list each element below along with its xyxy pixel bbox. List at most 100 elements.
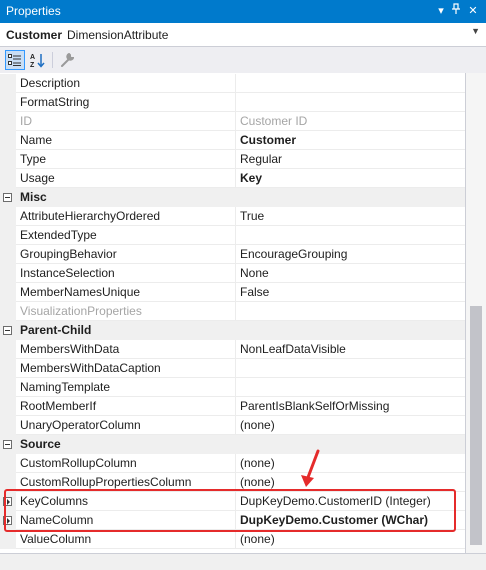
collapse-icon[interactable]	[3, 193, 12, 202]
row-gutter	[0, 264, 16, 283]
property-value[interactable]: (none)	[236, 473, 465, 492]
property-name: NameColumn	[16, 511, 236, 530]
expand-icon[interactable]	[3, 497, 12, 506]
alphabetical-icon[interactable]: A Z	[28, 50, 48, 70]
property-value[interactable]: ParentIsBlankSelfOrMissing	[236, 397, 465, 416]
category-source[interactable]: Source	[0, 435, 465, 454]
property-name: RootMemberIf	[16, 397, 236, 416]
property-row-keycolumns[interactable]: KeyColumns DupKeyDemo.CustomerID (Integer…	[0, 492, 465, 511]
property-name: CustomRollupPropertiesColumn	[16, 473, 236, 492]
property-row-memberswithdata[interactable]: MembersWithData NonLeafDataVisible	[0, 340, 465, 359]
property-value[interactable]: EncourageGrouping	[236, 245, 465, 264]
property-name: GroupingBehavior	[16, 245, 236, 264]
property-row-rootmemberif[interactable]: RootMemberIf ParentIsBlankSelfOrMissing	[0, 397, 465, 416]
scrollbar-thumb[interactable]	[470, 306, 482, 545]
row-gutter	[0, 207, 16, 226]
property-value[interactable]: (none)	[236, 454, 465, 473]
property-row-customrolluppropertiescolumn[interactable]: CustomRollupPropertiesColumn (none)	[0, 473, 465, 492]
expand-icon[interactable]	[3, 516, 12, 525]
property-name: Usage	[16, 169, 236, 188]
svg-text:A: A	[30, 54, 35, 61]
close-icon[interactable]: ✕	[466, 3, 480, 19]
categorized-icon[interactable]	[5, 50, 25, 70]
property-value[interactable]: False	[236, 283, 465, 302]
property-value[interactable]: Key	[236, 169, 465, 188]
row-gutter	[0, 340, 16, 359]
property-value[interactable]: DupKeyDemo.CustomerID (Integer)	[236, 492, 465, 511]
properties-toolbar: A Z	[0, 47, 486, 73]
property-row-name[interactable]: Name Customer	[0, 131, 465, 150]
dropdown-icon[interactable]: ▾	[434, 3, 448, 19]
property-row-description[interactable]: Description	[0, 74, 465, 93]
panel-title: Properties	[6, 4, 61, 18]
property-grid: Description FormatString ID Customer ID Name…	[0, 73, 466, 553]
property-name: Description	[16, 74, 236, 93]
property-name: MembersWithDataCaption	[16, 359, 236, 378]
row-gutter	[0, 397, 16, 416]
chevron-down-icon[interactable]: ▼	[471, 26, 480, 36]
property-name: NamingTemplate	[16, 378, 236, 397]
properties-title-bar: Properties ▾ ✕	[0, 0, 486, 23]
row-gutter	[0, 74, 16, 93]
object-type: DimensionAttribute	[67, 28, 169, 42]
row-gutter	[0, 378, 16, 397]
property-row-type[interactable]: Type Regular	[0, 150, 465, 169]
row-gutter	[0, 112, 16, 131]
property-row-usage[interactable]: Usage Key	[0, 169, 465, 188]
property-row-valuecolumn[interactable]: ValueColumn (none)	[0, 530, 465, 549]
property-name: FormatString	[16, 93, 236, 112]
property-row-memberswithdatacaption[interactable]: MembersWithDataCaption	[0, 359, 465, 378]
vertical-scrollbar[interactable]	[466, 73, 486, 553]
row-gutter	[0, 302, 16, 321]
property-value[interactable]: None	[236, 264, 465, 283]
property-row-customrollupcolumn[interactable]: CustomRollupColumn (none)	[0, 454, 465, 473]
property-name: ID	[16, 112, 236, 131]
object-selector[interactable]: Customer DimensionAttribute ▼	[0, 23, 486, 47]
property-value[interactable]: True	[236, 207, 465, 226]
property-row-unaryoperatorcolumn[interactable]: UnaryOperatorColumn (none)	[0, 416, 465, 435]
collapse-icon[interactable]	[3, 440, 12, 449]
property-value[interactable]: (none)	[236, 416, 465, 435]
property-row-instanceselection[interactable]: InstanceSelection None	[0, 264, 465, 283]
category-parent-child[interactable]: Parent-Child	[0, 321, 465, 340]
property-row-id[interactable]: ID Customer ID	[0, 112, 465, 131]
row-gutter	[0, 283, 16, 302]
property-row-namecolumn[interactable]: NameColumn DupKeyDemo.Customer (WChar)	[0, 511, 465, 530]
row-gutter	[0, 226, 16, 245]
category-label: Source	[20, 437, 61, 451]
property-row-attributehierarchyordered[interactable]: AttributeHierarchyOrdered True	[0, 207, 465, 226]
property-name: MembersWithData	[16, 340, 236, 359]
category-label: Parent-Child	[20, 323, 92, 337]
property-name: ValueColumn	[16, 530, 236, 549]
property-value[interactable]: Regular	[236, 150, 465, 169]
property-value[interactable]	[236, 74, 465, 93]
property-value[interactable]	[236, 359, 465, 378]
property-value[interactable]: DupKeyDemo.Customer (WChar)	[236, 511, 465, 530]
row-gutter	[0, 454, 16, 473]
collapse-icon[interactable]	[3, 326, 12, 335]
property-value[interactable]	[236, 378, 465, 397]
row-gutter	[0, 131, 16, 150]
property-value[interactable]	[236, 226, 465, 245]
property-row-groupingbehavior[interactable]: GroupingBehavior EncourageGrouping	[0, 245, 465, 264]
property-row-extendedtype[interactable]: ExtendedType	[0, 226, 465, 245]
property-name: MemberNamesUnique	[16, 283, 236, 302]
row-gutter	[0, 359, 16, 378]
pin-icon[interactable]	[449, 3, 463, 19]
property-pages-icon[interactable]	[57, 50, 77, 70]
property-value[interactable]	[236, 93, 465, 112]
row-gutter	[0, 416, 16, 435]
property-name: KeyColumns	[16, 492, 236, 511]
property-name: CustomRollupColumn	[16, 454, 236, 473]
toolbar-separator	[52, 52, 53, 68]
property-value[interactable]: Customer	[236, 131, 465, 150]
property-row-formatstring[interactable]: FormatString	[0, 93, 465, 112]
property-row-namingtemplate[interactable]: NamingTemplate	[0, 378, 465, 397]
property-row-visualizationproperties[interactable]: VisualizationProperties	[0, 302, 465, 321]
description-pane	[0, 553, 486, 570]
property-name: AttributeHierarchyOrdered	[16, 207, 236, 226]
property-value[interactable]: (none)	[236, 530, 465, 549]
property-row-membernamesunique[interactable]: MemberNamesUnique False	[0, 283, 465, 302]
category-misc[interactable]: Misc	[0, 188, 465, 207]
property-value[interactable]: NonLeafDataVisible	[236, 340, 465, 359]
